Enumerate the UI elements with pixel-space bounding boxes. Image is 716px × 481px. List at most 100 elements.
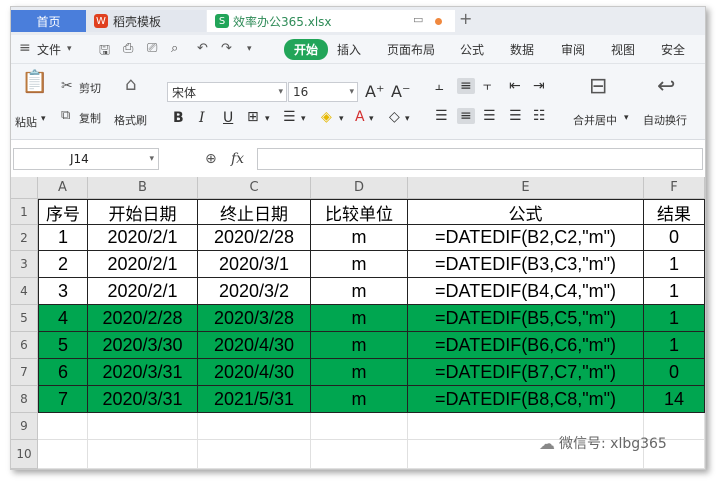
- menu-start[interactable]: 开始: [284, 39, 329, 60]
- empty-cell[interactable]: [38, 440, 88, 469]
- menu-security[interactable]: 安全: [661, 41, 685, 58]
- empty-cell[interactable]: [88, 440, 198, 469]
- table-header-cell[interactable]: 结果: [644, 199, 705, 225]
- menu-formula[interactable]: 公式: [460, 41, 484, 58]
- decrease-font-icon[interactable]: A⁻: [391, 82, 410, 101]
- column-header-c[interactable]: C: [198, 177, 311, 199]
- menu-file[interactable]: 文件: [37, 41, 61, 58]
- table-cell-result[interactable]: 1: [644, 332, 705, 359]
- table-header-cell[interactable]: 终止日期: [198, 199, 311, 225]
- print-icon[interactable]: ⎚: [147, 41, 157, 56]
- table-cell-result[interactable]: 0: [644, 359, 705, 386]
- table-cell-result[interactable]: 14: [644, 386, 705, 413]
- increase-font-icon[interactable]: A⁺: [365, 82, 384, 101]
- border-icon[interactable]: ⊞: [247, 109, 259, 125]
- format-painter-button[interactable]: 格式刷: [114, 112, 147, 128]
- table-cell-unit[interactable]: m: [311, 251, 408, 278]
- table-cell-no[interactable]: 7: [38, 386, 88, 413]
- table-header-cell[interactable]: 开始日期: [88, 199, 198, 225]
- menu-view[interactable]: 视图: [611, 41, 635, 58]
- chevron-down-icon[interactable]: ▾: [67, 44, 72, 54]
- tab-home[interactable]: 首页: [11, 10, 86, 32]
- copy-button[interactable]: 复制: [79, 110, 101, 126]
- align-left-icon[interactable]: ☰: [435, 108, 448, 124]
- formula-input[interactable]: [257, 148, 703, 170]
- undo-icon[interactable]: ↶: [197, 41, 208, 56]
- font-name-select[interactable]: 宋体 ▾: [167, 82, 287, 102]
- table-cell-no[interactable]: 6: [38, 359, 88, 386]
- bold-icon[interactable]: B: [173, 110, 184, 126]
- export-icon[interactable]: ⎙: [123, 41, 133, 56]
- table-cell-result[interactable]: 1: [644, 251, 705, 278]
- table-cell-start[interactable]: 2020/3/31: [88, 359, 198, 386]
- font-color-icon[interactable]: A: [355, 109, 365, 125]
- table-cell-start[interactable]: 2020/3/31: [88, 386, 198, 413]
- menu-data[interactable]: 数据: [510, 41, 534, 58]
- menu-page-layout[interactable]: 页面布局: [387, 41, 435, 58]
- chevron-down-icon[interactable]: ▾: [369, 114, 374, 124]
- italic-icon[interactable]: I: [199, 110, 205, 126]
- empty-cell[interactable]: [88, 413, 198, 440]
- save-icon[interactable]: 🖫: [99, 41, 110, 63]
- table-cell-result[interactable]: 1: [644, 278, 705, 305]
- table-cell-no[interactable]: 2: [38, 251, 88, 278]
- align-top-icon[interactable]: ⫠: [435, 78, 443, 94]
- chevron-down-icon[interactable]: ▾: [265, 114, 270, 124]
- table-cell-end[interactable]: 2020/4/30: [198, 332, 311, 359]
- table-cell-end[interactable]: 2020/2/28: [198, 225, 311, 251]
- empty-cell[interactable]: [311, 440, 408, 469]
- table-cell-formula[interactable]: =DATEDIF(B6,C6,"m"): [408, 332, 644, 359]
- table-cell-result[interactable]: 1: [644, 305, 705, 332]
- table-cell-formula[interactable]: =DATEDIF(B3,C3,"m"): [408, 251, 644, 278]
- tab-document[interactable]: S 效率办公365.xlsx ▭: [207, 10, 455, 32]
- table-cell-no[interactable]: 5: [38, 332, 88, 359]
- row-header-10[interactable]: 10: [11, 440, 38, 469]
- column-header-d[interactable]: D: [311, 177, 408, 199]
- row-header-2[interactable]: 2: [11, 225, 38, 251]
- column-header-f[interactable]: F: [644, 177, 705, 199]
- indent-increase-icon[interactable]: ⇥: [533, 78, 545, 94]
- row-header-8[interactable]: 8: [11, 386, 38, 413]
- row-header-1[interactable]: 1: [11, 199, 38, 225]
- table-cell-unit[interactable]: m: [311, 225, 408, 251]
- row-header-9[interactable]: 9: [11, 413, 38, 440]
- table-cell-formula[interactable]: =DATEDIF(B8,C8,"m"): [408, 386, 644, 413]
- underline-icon[interactable]: U: [223, 110, 233, 126]
- fx-button[interactable]: fx: [231, 151, 244, 167]
- table-cell-start[interactable]: 2020/2/28: [88, 305, 198, 332]
- fill-color-icon[interactable]: ◈: [321, 109, 332, 125]
- table-cell-end[interactable]: 2020/3/28: [198, 305, 311, 332]
- table-cell-start[interactable]: 2020/2/1: [88, 278, 198, 305]
- row-header-5[interactable]: 5: [11, 305, 38, 332]
- empty-cell[interactable]: [198, 413, 311, 440]
- paste-button[interactable]: 粘贴: [15, 114, 37, 130]
- chevron-down-icon[interactable]: ▾: [41, 114, 46, 124]
- eraser-icon[interactable]: ◇: [389, 109, 400, 125]
- empty-cell[interactable]: [198, 440, 311, 469]
- table-cell-formula[interactable]: =DATEDIF(B5,C5,"m"): [408, 305, 644, 332]
- distributed-align-icon[interactable]: ☷: [533, 108, 546, 124]
- menu-insert[interactable]: 插入: [337, 41, 361, 58]
- chevron-down-icon[interactable]: ▾: [301, 114, 306, 124]
- table-cell-unit[interactable]: m: [311, 305, 408, 332]
- row-header-6[interactable]: 6: [11, 332, 38, 359]
- align-right-icon[interactable]: ☰: [483, 108, 496, 124]
- chevron-down-icon[interactable]: ▾: [339, 114, 344, 124]
- select-all-corner[interactable]: [11, 177, 38, 199]
- monitor-icon[interactable]: ▭: [413, 13, 423, 26]
- table-cell-no[interactable]: 3: [38, 278, 88, 305]
- table-cell-unit[interactable]: m: [311, 278, 408, 305]
- table-header-cell[interactable]: 公式: [408, 199, 644, 225]
- cut-button[interactable]: 剪切: [79, 80, 101, 96]
- table-cell-unit[interactable]: m: [311, 332, 408, 359]
- align-bottom-icon[interactable]: ⫟: [483, 78, 491, 94]
- table-cell-unit[interactable]: m: [311, 359, 408, 386]
- table-cell-no[interactable]: 4: [38, 305, 88, 332]
- table-cell-start[interactable]: 2020/2/1: [88, 225, 198, 251]
- column-header-b[interactable]: B: [88, 177, 198, 199]
- hamburger-icon[interactable]: ≡: [19, 40, 31, 56]
- table-cell-end[interactable]: 2020/3/2: [198, 278, 311, 305]
- row-header-3[interactable]: 3: [11, 251, 38, 278]
- wrap-text-button[interactable]: 自动换行: [643, 112, 687, 128]
- table-cell-end[interactable]: 2021/5/31: [198, 386, 311, 413]
